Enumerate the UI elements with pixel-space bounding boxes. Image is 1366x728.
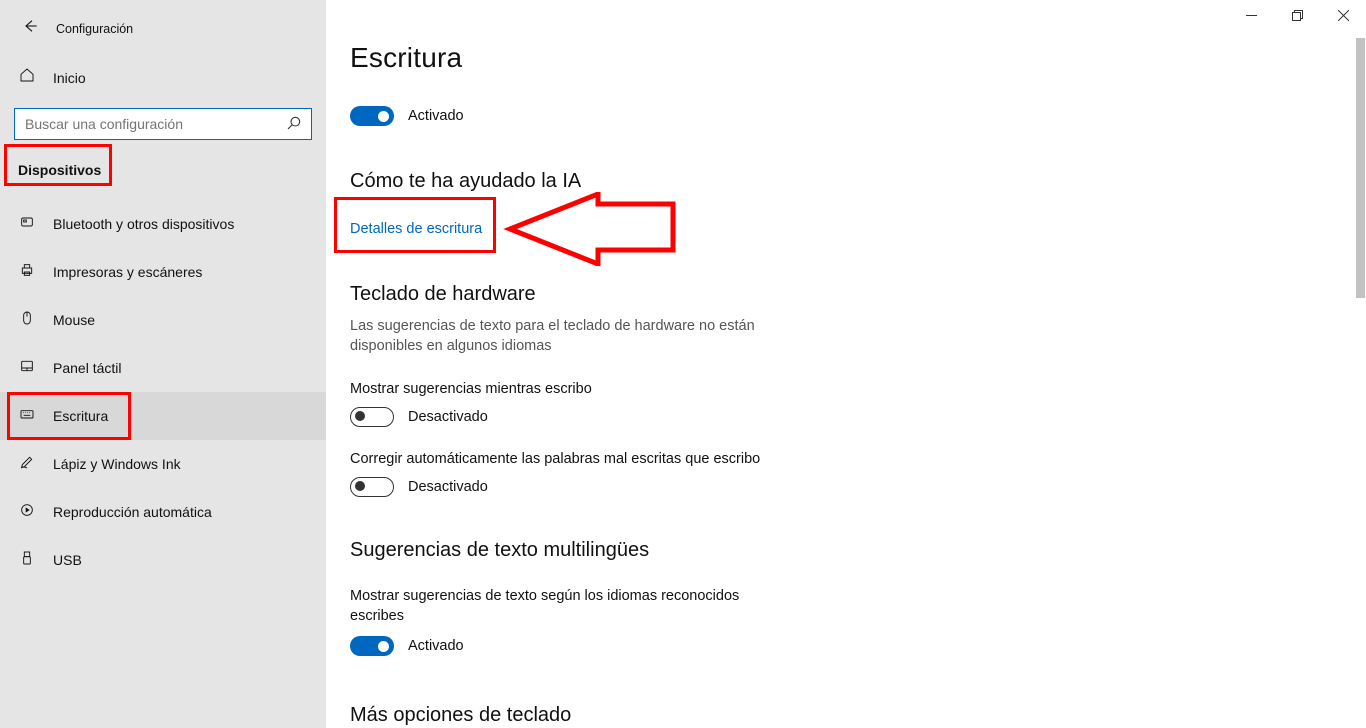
sidebar-item-label: Mouse (53, 312, 95, 328)
section-heading-hardware-keyboard: Teclado de hardware (350, 283, 1326, 306)
usb-icon (18, 550, 36, 570)
sidebar-item-printers[interactable]: Impresoras y escáneres (0, 248, 326, 296)
sidebar-item-autoplay[interactable]: Reproducción automática (0, 488, 326, 536)
sidebar-item-label: Impresoras y escáneres (53, 264, 202, 280)
sidebar-home[interactable]: Inicio (0, 39, 326, 98)
setting-label: Mostrar sugerencias de texto según los i… (350, 586, 770, 627)
sidebar-item-label: Escritura (53, 408, 108, 424)
page-title: Escritura (350, 0, 1326, 84)
touchpad-icon (18, 358, 36, 378)
maximize-button[interactable] (1274, 0, 1320, 30)
sidebar-item-pen[interactable]: Lápiz y Windows Ink (0, 440, 326, 488)
sidebar-category-header: Dispositivos (0, 154, 326, 186)
toggle-show-suggestions[interactable] (350, 407, 394, 427)
settings-content: Escritura . Activado Cómo te ha ayudado … (326, 0, 1366, 728)
sidebar-item-label: Lápiz y Windows Ink (53, 456, 181, 472)
search-icon (286, 115, 302, 134)
section-heading-ai: Cómo te ha ayudado la IA (350, 170, 1326, 193)
section-heading-multilingual: Sugerencias de texto multilingües (350, 539, 1326, 562)
keyboard-icon (18, 406, 36, 426)
home-icon (18, 67, 36, 88)
window-controls (1228, 0, 1366, 30)
toggle-period-doublespace[interactable] (350, 106, 394, 126)
toggle-autocorrect[interactable] (350, 477, 394, 497)
close-button[interactable] (1320, 0, 1366, 30)
toggle-state-label: Activado (408, 638, 464, 654)
autoplay-icon (18, 502, 36, 522)
bluetooth-icon (18, 214, 36, 234)
back-button[interactable] (22, 18, 38, 39)
toggle-state-label: Desactivado (408, 479, 488, 495)
scrollbar-thumb[interactable] (1356, 38, 1365, 298)
setting-label: Corregir automáticamente las palabras ma… (350, 451, 1326, 467)
printer-icon (18, 262, 36, 282)
sidebar-item-usb[interactable]: USB (0, 536, 326, 584)
search-input[interactable] (14, 108, 312, 140)
mouse-icon (18, 310, 36, 330)
minimize-button[interactable] (1228, 0, 1274, 30)
sidebar-item-label: USB (53, 552, 82, 568)
sidebar-home-label: Inicio (53, 70, 86, 86)
sidebar-item-label: Panel táctil (53, 360, 121, 376)
scrollbar[interactable] (1354, 0, 1366, 728)
toggle-state-label: Desactivado (408, 409, 488, 425)
pen-icon (18, 454, 36, 474)
settings-sidebar: Configuración Inicio Dispositivos Blueto… (0, 0, 326, 728)
section-description: Las sugerencias de texto para el teclado… (350, 316, 770, 357)
sidebar-item-bluetooth[interactable]: Bluetooth y otros dispositivos (0, 200, 326, 248)
toggle-state-label: Activado (408, 108, 464, 124)
link-typing-details[interactable]: Detalles de escritura (350, 211, 482, 245)
sidebar-item-label: Bluetooth y otros dispositivos (53, 216, 234, 232)
toggle-multilingual[interactable] (350, 636, 394, 656)
section-heading-more-keyboard: Más opciones de teclado (350, 704, 1326, 727)
sidebar-item-label: Reproducción automática (53, 504, 212, 520)
sidebar-item-typing[interactable]: Escritura (0, 392, 326, 440)
setting-label: Mostrar sugerencias mientras escribo (350, 381, 1326, 397)
sidebar-item-touchpad[interactable]: Panel táctil (0, 344, 326, 392)
sidebar-item-mouse[interactable]: Mouse (0, 296, 326, 344)
window-title: Configuración (56, 22, 133, 36)
